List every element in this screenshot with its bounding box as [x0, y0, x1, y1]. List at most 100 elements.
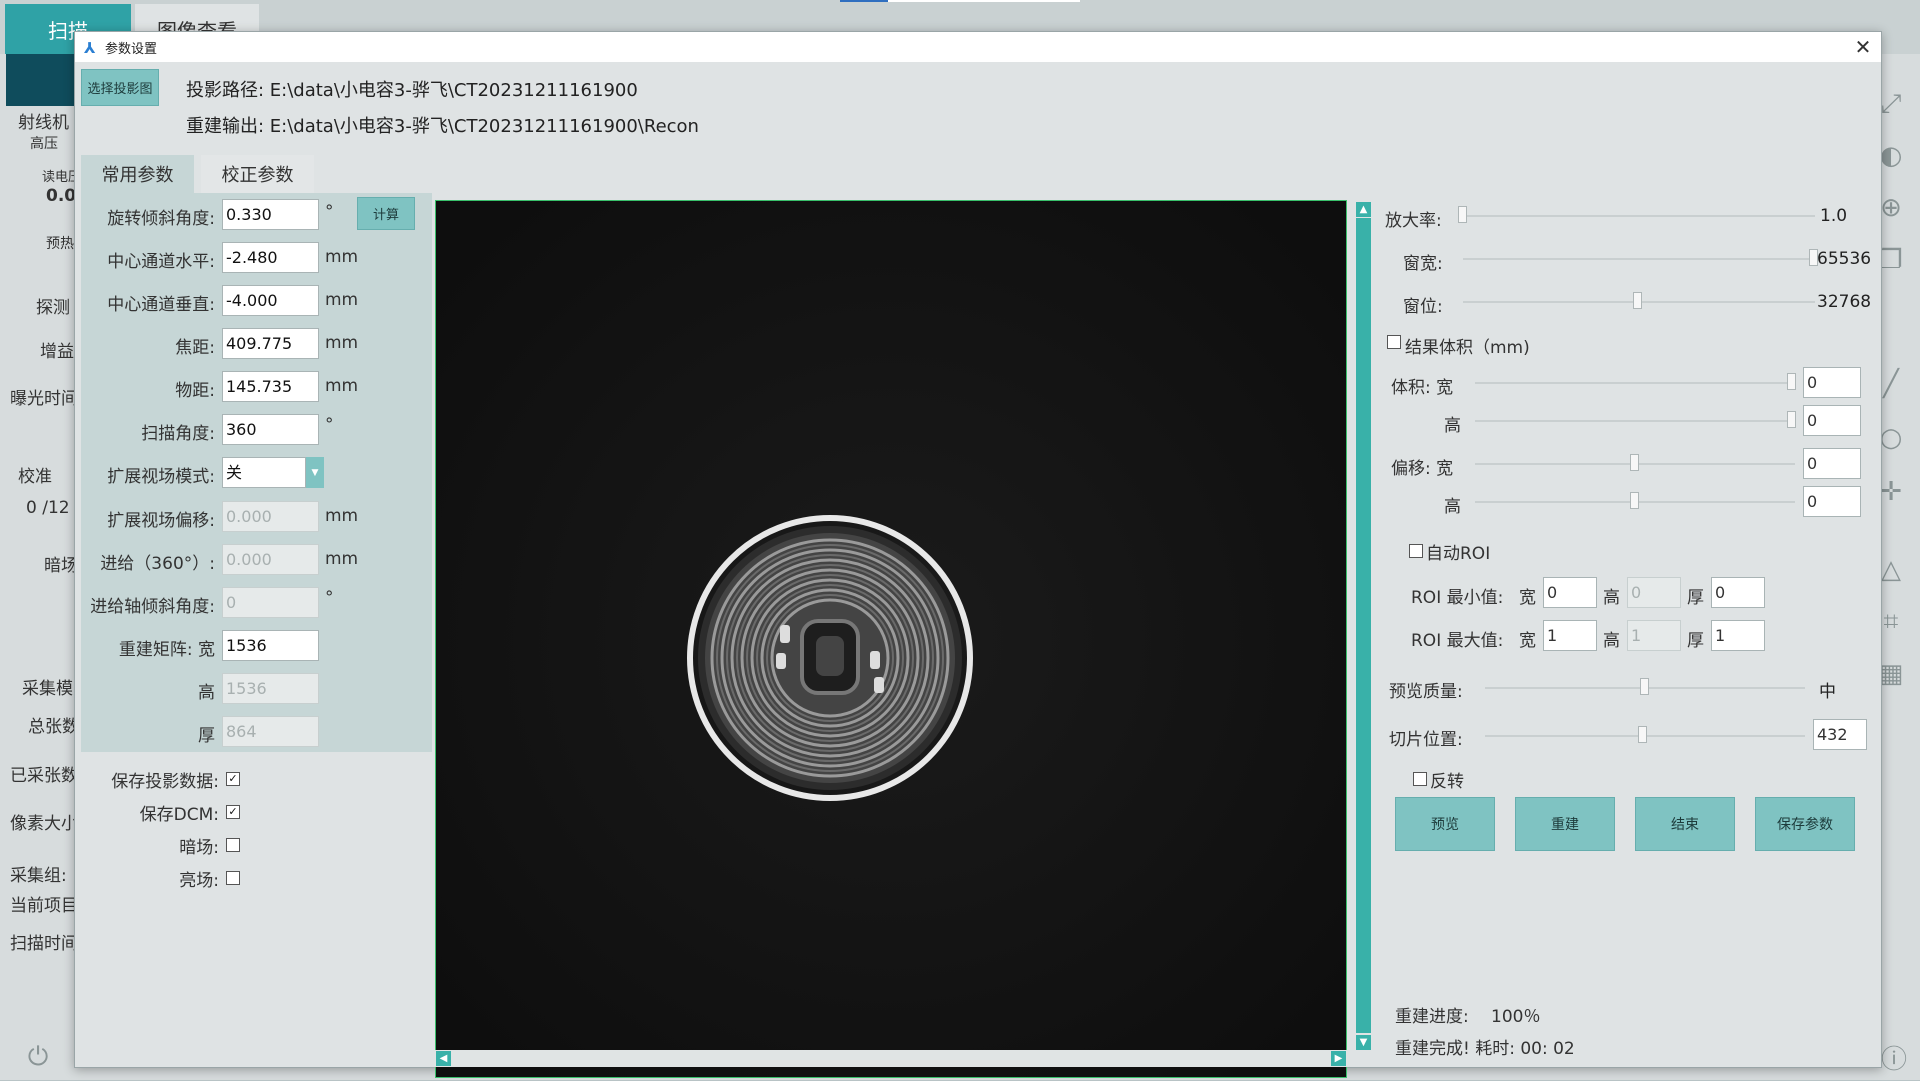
scan-angle-unit: ° [325, 415, 334, 435]
roi-min-d-input[interactable]: 0 [1711, 577, 1765, 608]
power-icon[interactable]: ⏻ [24, 1042, 52, 1072]
save-params-button[interactable]: 保存参数 [1755, 797, 1855, 851]
app-logo-icon: ⅄ [84, 39, 96, 57]
feed-input[interactable]: 0.000 [222, 544, 319, 575]
slice-position-label: 切片位置: [1389, 730, 1463, 750]
scan-angle-label: 扫描角度: [141, 424, 215, 444]
vol-width-slider[interactable] [1475, 382, 1795, 384]
vol-height-label: 高 [1444, 416, 1461, 436]
roi-min-h-input[interactable]: 0 [1627, 577, 1681, 608]
pixel-size-label: 像素大小 [10, 814, 78, 834]
bright-checkbox[interactable] [226, 871, 240, 885]
scroll-down-icon[interactable]: ▼ [1356, 1035, 1371, 1050]
preview-quality-thumb[interactable] [1640, 678, 1649, 695]
viewer-vertical-scroll-thumb[interactable] [1356, 218, 1371, 1033]
vol-width-thumb[interactable] [1787, 373, 1796, 390]
calibration-label: 校准 [18, 467, 52, 487]
hv-label: 高压 [30, 136, 58, 152]
scroll-right-icon[interactable]: ▶ [1331, 1051, 1346, 1066]
offset-width-label: 偏移: 宽 [1391, 459, 1454, 479]
preview-quality-label: 预览质量: [1389, 682, 1463, 702]
feed-tilt-unit: ° [325, 588, 334, 608]
dark-checkbox[interactable] [226, 838, 240, 852]
scroll-left-icon[interactable]: ◀ [436, 1051, 451, 1066]
center-h-unit: mm [325, 247, 359, 267]
center-h-input[interactable]: -2.480 [222, 242, 319, 273]
offset-height-input[interactable]: 0 [1803, 486, 1861, 517]
top-indicator-active [840, 0, 888, 2]
invert-label: 反转 [1430, 772, 1464, 792]
offset-width-thumb[interactable] [1630, 454, 1639, 471]
chevron-down-icon[interactable]: ▼ [306, 457, 324, 488]
calc-button[interactable]: 计算 [357, 197, 415, 230]
roi-max-d-input[interactable]: 1 [1711, 620, 1765, 651]
window-width-label: 窗宽: [1403, 254, 1443, 274]
slice-position-input[interactable]: 432 [1813, 719, 1867, 750]
zoom-slider[interactable] [1463, 215, 1815, 217]
calibration-count: 0 /12 [26, 498, 70, 518]
roi-min-w-input[interactable]: 0 [1543, 577, 1597, 608]
window-level-value: 32768 [1817, 292, 1872, 312]
app-left-header [6, 54, 80, 106]
center-v-input[interactable]: -4.000 [222, 285, 319, 316]
fov-offset-input[interactable]: 0.000 [222, 501, 319, 532]
save-proj-checkbox[interactable]: ✓ [226, 772, 240, 786]
result-volume-checkbox[interactable] [1387, 335, 1401, 349]
offset-height-thumb[interactable] [1630, 492, 1639, 509]
window-level-thumb[interactable] [1633, 292, 1642, 309]
result-volume-label: 结果体积（mm) [1405, 338, 1530, 358]
slice-position-thumb[interactable] [1638, 726, 1647, 743]
auto-roi-label: 自动ROI [1426, 544, 1491, 564]
image-viewer[interactable] [435, 200, 1347, 1078]
current-project-label: 当前项目 [10, 896, 78, 916]
feed-unit: mm [325, 549, 359, 569]
center-h-label: 中心通道水平: [107, 252, 215, 272]
dark-label: 暗场: [179, 838, 219, 858]
recon-done-status: 重建完成! 耗时: 00: 02 [1395, 1039, 1575, 1059]
feed-label: 进给（360°）: [100, 554, 215, 574]
tab-correction-params[interactable]: 校正参数 [201, 155, 314, 193]
vol-height-slider[interactable] [1475, 420, 1795, 422]
vol-height-thumb[interactable] [1787, 411, 1796, 428]
dark-field-check[interactable]: 暗场 [44, 551, 78, 576]
offset-width-input[interactable]: 0 [1803, 448, 1861, 479]
recon-progress-value: 100％ [1491, 1007, 1541, 1027]
info-icon[interactable]: ⓘ [1880, 1043, 1908, 1075]
viewer-horizontal-scrollbar[interactable] [435, 1050, 1347, 1067]
center-v-unit: mm [325, 290, 359, 310]
matrix-depth-label: 厚 [198, 726, 215, 746]
roi-max-w-input[interactable]: 1 [1543, 620, 1597, 651]
rotation-tilt-input[interactable]: 0.330 [222, 199, 319, 230]
roi-max-h-label: 高 [1603, 631, 1620, 651]
scan-angle-input[interactable]: 360 [222, 414, 319, 445]
tab-common-params[interactable]: 常用参数 [81, 155, 194, 193]
roi-max-h-input[interactable]: 1 [1627, 620, 1681, 651]
stop-button[interactable]: 结束 [1635, 797, 1735, 851]
auto-roi-checkbox[interactable] [1409, 544, 1423, 558]
save-dcm-label: 保存DCM: [139, 805, 219, 825]
invert-checkbox[interactable] [1413, 772, 1427, 786]
close-icon[interactable]: ✕ [1845, 32, 1881, 62]
zoom-slider-thumb[interactable] [1458, 206, 1467, 223]
feed-tilt-input[interactable]: 0 [222, 587, 319, 618]
roi-max-w-label: 宽 [1519, 631, 1536, 651]
exposure-label: 曝光时间 [10, 389, 78, 409]
reconstruct-button[interactable]: 重建 [1515, 797, 1615, 851]
focal-input[interactable]: 409.775 [222, 328, 319, 359]
matrix-depth-input[interactable]: 864 [222, 716, 319, 747]
scan-time-label: 扫描时间 [10, 934, 78, 954]
vol-width-input[interactable]: 0 [1803, 367, 1861, 398]
scroll-up-icon[interactable]: ▲ [1356, 202, 1371, 217]
save-dcm-checkbox[interactable]: ✓ [226, 805, 240, 819]
preview-button[interactable]: 预览 [1395, 797, 1495, 851]
preheat-button[interactable]: 预热 [46, 233, 74, 253]
matrix-width-input[interactable]: 1536 [222, 630, 319, 661]
object-dist-input[interactable]: 145.735 [222, 371, 319, 402]
acquired-count-label: 已采张数 [10, 766, 78, 786]
fov-mode-select[interactable]: 关 [222, 457, 306, 488]
select-projection-button[interactable]: 选择投影图 [81, 69, 159, 106]
window-width-slider[interactable] [1463, 258, 1815, 260]
matrix-height-input[interactable]: 1536 [222, 673, 319, 704]
voltage-value: 0.0 [46, 186, 77, 206]
vol-height-input[interactable]: 0 [1803, 405, 1861, 436]
